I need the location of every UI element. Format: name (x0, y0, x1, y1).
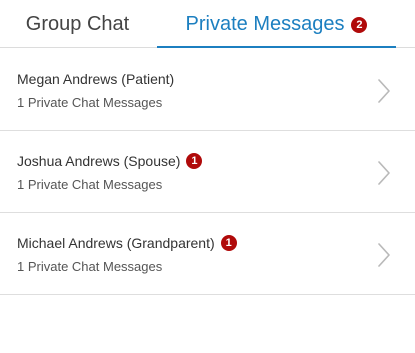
tab-bar: Group Chat Private Messages 2 (0, 0, 415, 49)
chevron-right-icon (378, 161, 390, 185)
chevron-right-icon (378, 243, 390, 267)
chevron-right-icon (378, 79, 390, 103)
conversation-name-line: Joshua Andrews (Spouse) 1 (17, 153, 203, 169)
conversation-name-line: Michael Andrews (Grandparent) 1 (17, 235, 237, 251)
unread-count-badge: 2 (351, 16, 368, 33)
conversation-row[interactable]: Megan Andrews (Patient) 1 Private Chat M… (0, 49, 415, 131)
tab-group-chat[interactable]: Group Chat (0, 0, 155, 49)
private-message-list: Megan Andrews (Patient) 1 Private Chat M… (0, 49, 415, 295)
conversation-name: Megan Andrews (Patient) (17, 71, 175, 87)
conversation-row[interactable]: Joshua Andrews (Spouse) 1 1 Private Chat… (0, 131, 415, 213)
tab-private-messages-label: Private Messages (185, 13, 345, 35)
tab-private-messages[interactable]: Private Messages 2 (157, 0, 396, 49)
conversation-name-line: Megan Andrews (Patient) (17, 71, 174, 87)
conversation-subtitle: 1 Private Chat Messages (17, 95, 163, 110)
conversation-subtitle: 1 Private Chat Messages (17, 259, 163, 274)
conversation-name: Michael Andrews (Grandparent) (17, 235, 215, 251)
unread-badge: 1 (220, 235, 237, 251)
conversation-name: Joshua Andrews (Spouse) (17, 153, 181, 169)
active-tab-indicator (157, 46, 396, 48)
tab-group-chat-label: Group Chat (25, 13, 130, 35)
conversation-subtitle: 1 Private Chat Messages (17, 177, 163, 192)
conversation-row[interactable]: Michael Andrews (Grandparent) 1 1 Privat… (0, 213, 415, 295)
unread-badge: 1 (186, 153, 203, 169)
